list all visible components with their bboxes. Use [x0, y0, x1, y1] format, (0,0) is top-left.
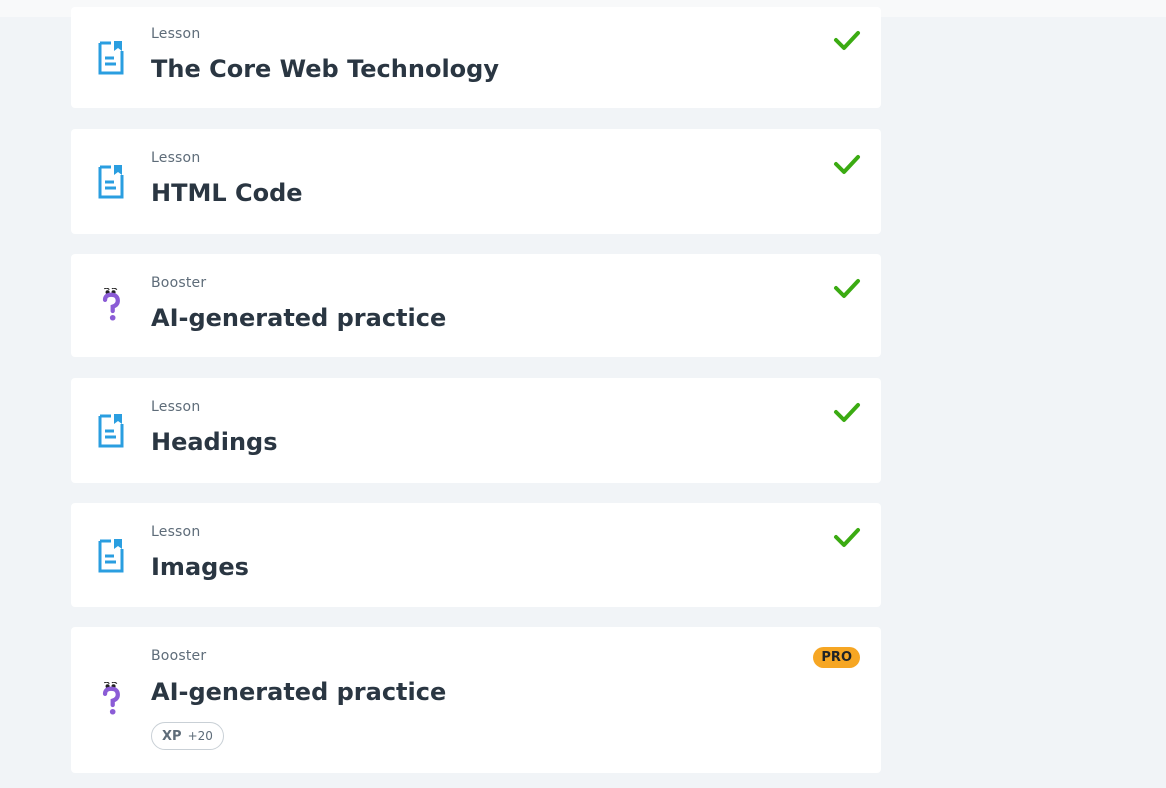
checkmark-icon	[834, 403, 860, 422]
checkmark-icon	[834, 279, 860, 298]
item-title: Images	[151, 553, 249, 581]
document-bookmark-icon	[98, 414, 124, 448]
question-mark-character-icon	[102, 682, 120, 715]
item-title: Headings	[151, 428, 278, 456]
document-bookmark-icon	[98, 41, 124, 75]
xp-reward-pill: XP +20	[151, 722, 224, 750]
checkmark-icon	[834, 528, 860, 547]
lesson-card-headings[interactable]: Lesson Headings	[71, 378, 881, 483]
item-type-label: Lesson	[151, 150, 201, 166]
item-title: The Core Web Technology	[151, 55, 499, 83]
item-type-label: Booster	[151, 648, 207, 664]
booster-card-ai-generated-practice[interactable]: Booster AI-generated practice	[71, 254, 881, 357]
lesson-card-html-code[interactable]: Lesson HTML Code	[71, 129, 881, 234]
booster-card-ai-generated-practice-pro[interactable]: Booster AI-generated practice PRO XP +20	[71, 627, 881, 773]
question-mark-character-icon	[102, 288, 120, 321]
item-title: HTML Code	[151, 179, 303, 207]
lesson-card-images[interactable]: Lesson Images	[71, 503, 881, 607]
item-type-label: Lesson	[151, 524, 201, 540]
item-title: AI-generated practice	[151, 678, 447, 706]
item-title: AI-generated practice	[151, 304, 447, 332]
item-type-label: Booster	[151, 275, 207, 291]
document-bookmark-icon	[98, 165, 124, 199]
document-bookmark-icon	[98, 539, 124, 573]
pro-badge: PRO	[813, 647, 860, 668]
xp-label: XP	[162, 728, 182, 744]
item-type-label: Lesson	[151, 26, 201, 42]
lesson-card-the-core-web-technology[interactable]: Lesson The Core Web Technology	[71, 7, 881, 108]
xp-value: +20	[187, 729, 213, 743]
checkmark-icon	[834, 155, 860, 174]
item-type-label: Lesson	[151, 399, 201, 415]
checkmark-icon	[834, 31, 860, 50]
